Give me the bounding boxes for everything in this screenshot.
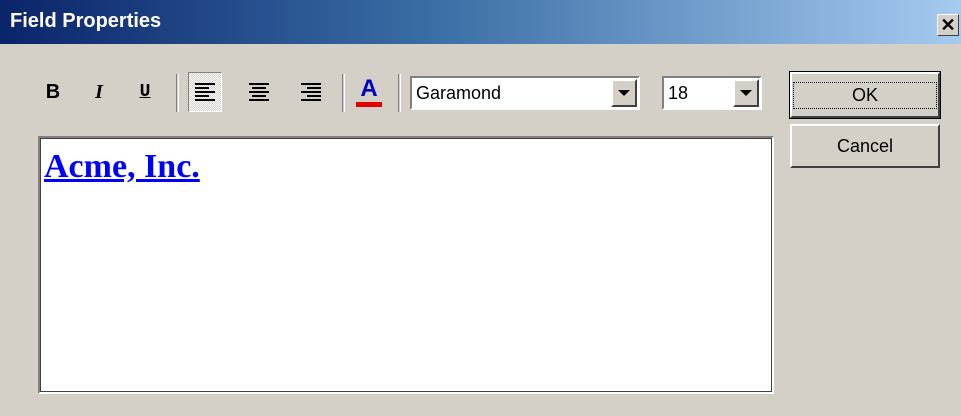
align-right-icon bbox=[301, 83, 321, 101]
underline-button[interactable]: U bbox=[132, 74, 158, 110]
editor-content: Acme, Inc. bbox=[44, 148, 200, 185]
toolbar-separator bbox=[176, 74, 179, 112]
align-center-button[interactable] bbox=[242, 72, 276, 112]
font-size-dropdown-button[interactable] bbox=[733, 79, 759, 107]
align-center-icon bbox=[249, 83, 269, 101]
align-left-button[interactable] bbox=[188, 72, 222, 112]
title-bar: Field Properties ✕ bbox=[0, 0, 961, 44]
close-icon: ✕ bbox=[940, 15, 956, 35]
font-name-select[interactable]: Garamond bbox=[410, 76, 640, 110]
cancel-button[interactable]: Cancel bbox=[790, 124, 940, 168]
align-left-icon bbox=[195, 83, 215, 101]
toolbar-separator bbox=[398, 74, 401, 112]
close-button[interactable]: ✕ bbox=[937, 14, 959, 36]
chevron-down-icon bbox=[740, 90, 752, 96]
font-name-value: Garamond bbox=[416, 83, 502, 103]
font-color-icon: A bbox=[360, 74, 378, 102]
font-size-value: 18 bbox=[668, 83, 689, 103]
text-editor[interactable]: Acme, Inc. bbox=[38, 136, 774, 394]
chevron-down-icon bbox=[618, 90, 630, 96]
font-size-select[interactable]: 18 bbox=[662, 76, 762, 110]
ok-button[interactable]: OK bbox=[789, 71, 941, 119]
toolbar-separator bbox=[342, 74, 345, 112]
ok-button-label: OK bbox=[792, 81, 937, 109]
align-right-button[interactable] bbox=[294, 72, 328, 112]
bold-button[interactable]: B bbox=[40, 74, 66, 110]
italic-button[interactable]: I bbox=[86, 74, 112, 110]
font-color-swatch bbox=[356, 101, 382, 107]
window-title: Field Properties bbox=[10, 10, 162, 32]
font-color-button[interactable]: A bbox=[354, 72, 384, 112]
font-name-dropdown-button[interactable] bbox=[611, 79, 637, 107]
